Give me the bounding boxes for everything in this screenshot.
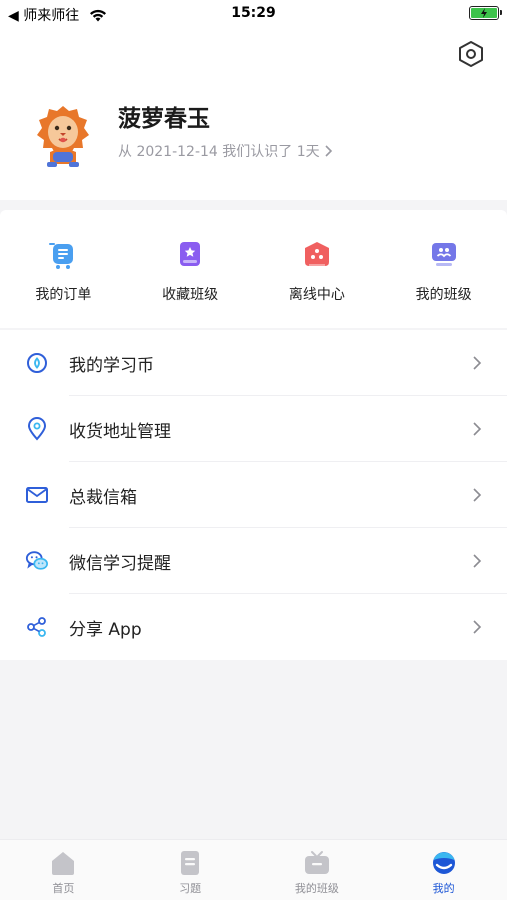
tab-me[interactable]: 我的: [380, 840, 507, 900]
menu-item-share[interactable]: 分享 App: [0, 594, 507, 660]
tab-label-exercises: 习题: [179, 882, 202, 895]
status-bar: ◀ 师来师往 15:29: [0, 0, 507, 28]
menu-label-coins: 我的学习币: [69, 355, 154, 376]
tab-label-me: 我的: [432, 882, 455, 895]
menu-item-mailbox[interactable]: 总裁信箱: [0, 462, 507, 528]
mail-icon: [25, 483, 49, 507]
tab-my-classes[interactable]: 我的班级: [254, 840, 381, 900]
tab-exercises[interactable]: 习题: [127, 840, 254, 900]
coin-icon: [25, 351, 49, 375]
menu-label-share: 分享 App: [69, 619, 142, 640]
wechat-icon: [25, 549, 49, 573]
quick-item-offline[interactable]: 离线中心: [254, 210, 381, 328]
location-pin-icon: [25, 417, 49, 441]
chevron-right-icon: [473, 422, 482, 436]
tv-class-icon: [304, 851, 329, 874]
quick-item-favorites[interactable]: 收藏班级: [127, 210, 254, 328]
menu-list: 我的学习币 收货地址管理 总裁信箱 微信学习提醒 分享 App: [0, 330, 507, 660]
tab-bar: 首页 习题 我的班级 我的: [0, 839, 507, 900]
quick-item-orders[interactable]: 我的订单: [0, 210, 127, 328]
chevron-right-icon: [473, 620, 482, 634]
menu-label-address: 收货地址管理: [69, 421, 171, 442]
chevron-right-icon: [473, 356, 482, 370]
menu-label-wechat-reminder: 微信学习提醒: [69, 553, 171, 574]
menu-item-wechat-reminder[interactable]: 微信学习提醒: [0, 528, 507, 594]
bookmark-star-icon: [180, 242, 201, 266]
quick-label-offline: 离线中心: [288, 287, 345, 303]
class-screen-icon: [431, 243, 456, 266]
lion-avatar-icon: [37, 106, 89, 167]
chevron-right-icon: [473, 554, 482, 568]
quick-label-favorites: 收藏班级: [162, 287, 219, 303]
join-info-link[interactable]: 从 2021-12-14 我们认识了 1天: [118, 141, 333, 161]
order-cart-icon: [49, 243, 74, 269]
menu-item-coins[interactable]: 我的学习币: [0, 330, 507, 396]
settings-button[interactable]: [457, 40, 485, 68]
chevron-right-icon: [473, 488, 482, 502]
profile-header: 菠萝春玉 从 2021-12-14 我们认识了 1天: [0, 28, 507, 200]
quick-label-orders: 我的订单: [35, 287, 92, 303]
exercise-icon: [181, 851, 200, 875]
settings-hexagon-icon: [459, 41, 483, 67]
quick-actions: 我的订单 收藏班级 离线中心 我的班级: [0, 210, 507, 328]
menu-label-mailbox: 总裁信箱: [69, 487, 137, 508]
join-text: 从 2021-12-14 我们认识了 1天: [118, 144, 320, 160]
chevron-right-icon: [325, 145, 332, 157]
tab-label-my-classes: 我的班级: [294, 882, 339, 895]
offline-box-icon: [304, 242, 329, 266]
avatar[interactable]: [34, 102, 92, 168]
menu-item-address[interactable]: 收货地址管理: [0, 396, 507, 462]
quick-item-my-classes[interactable]: 我的班级: [380, 210, 507, 328]
status-time: 15:29: [231, 5, 276, 21]
quick-label-my-classes: 我的班级: [415, 287, 472, 303]
battery-icon: [469, 6, 502, 20]
user-name: 菠萝春玉: [118, 106, 210, 132]
tab-label-home: 首页: [52, 882, 75, 895]
me-icon: [432, 852, 455, 874]
home-icon: [52, 852, 75, 875]
charging-bolt-icon: [481, 8, 487, 18]
share-icon: [25, 615, 49, 639]
tab-home[interactable]: 首页: [0, 840, 127, 900]
